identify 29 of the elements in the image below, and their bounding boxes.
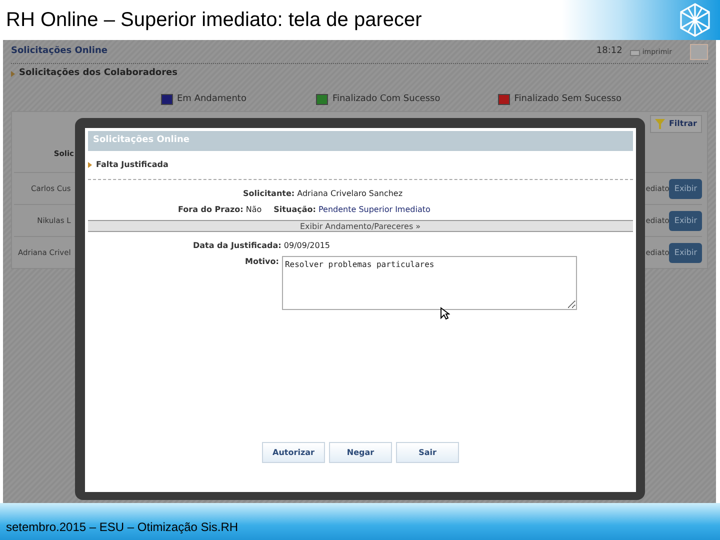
window-icon[interactable] [690,44,708,60]
dialog-button[interactable]: Autorizar [262,442,325,463]
clock-time: 18:12 [596,45,622,58]
printer-icon [630,48,640,56]
arrow-icon [88,162,92,168]
dialog-section: Falta Justificada [96,158,168,170]
late-field: Fora do Prazo: Não [178,204,262,214]
section-title: Solicitações dos Colaboradores [19,67,178,80]
requester-field: Solicitante: Adriana Crivelaro Sanchez [243,188,403,198]
filter-icon [654,119,665,129]
legend-label: Em Andamento [177,92,246,106]
dialog-button[interactable]: Negar [329,442,392,463]
reason-label: Motivo: [245,256,279,268]
slide-title: RH Online – Superior imediato: tela de parecer [5,8,422,33]
show-button[interactable]: Exibir [669,242,702,262]
app-title: Solicitações Online [11,45,108,58]
filter-button[interactable]: Filtrar [650,115,702,133]
situation-field: Situação: Pendente Superior Imediato [274,204,430,214]
history-link[interactable]: Exibir Andamento/Pareceres » [300,222,421,230]
show-button[interactable]: Exibir [669,210,702,230]
reason-field[interactable]: Resolver problemas particulares [282,256,577,310]
slide-footer: setembro.2015 – ESU – Otimização Sis.RH [6,518,238,536]
legend-label: Finalizado Sem Sucesso [514,92,622,106]
legend-label: Finalizado Com Sucesso [332,92,440,106]
show-button[interactable]: Exibir [669,178,702,198]
date-field: Data da Justificada: 09/09/2015 [193,240,330,250]
dialog-button[interactable]: Sair [396,442,459,463]
dialog-title: Solicitações Online [88,131,633,150]
arrow-icon [11,70,15,77]
